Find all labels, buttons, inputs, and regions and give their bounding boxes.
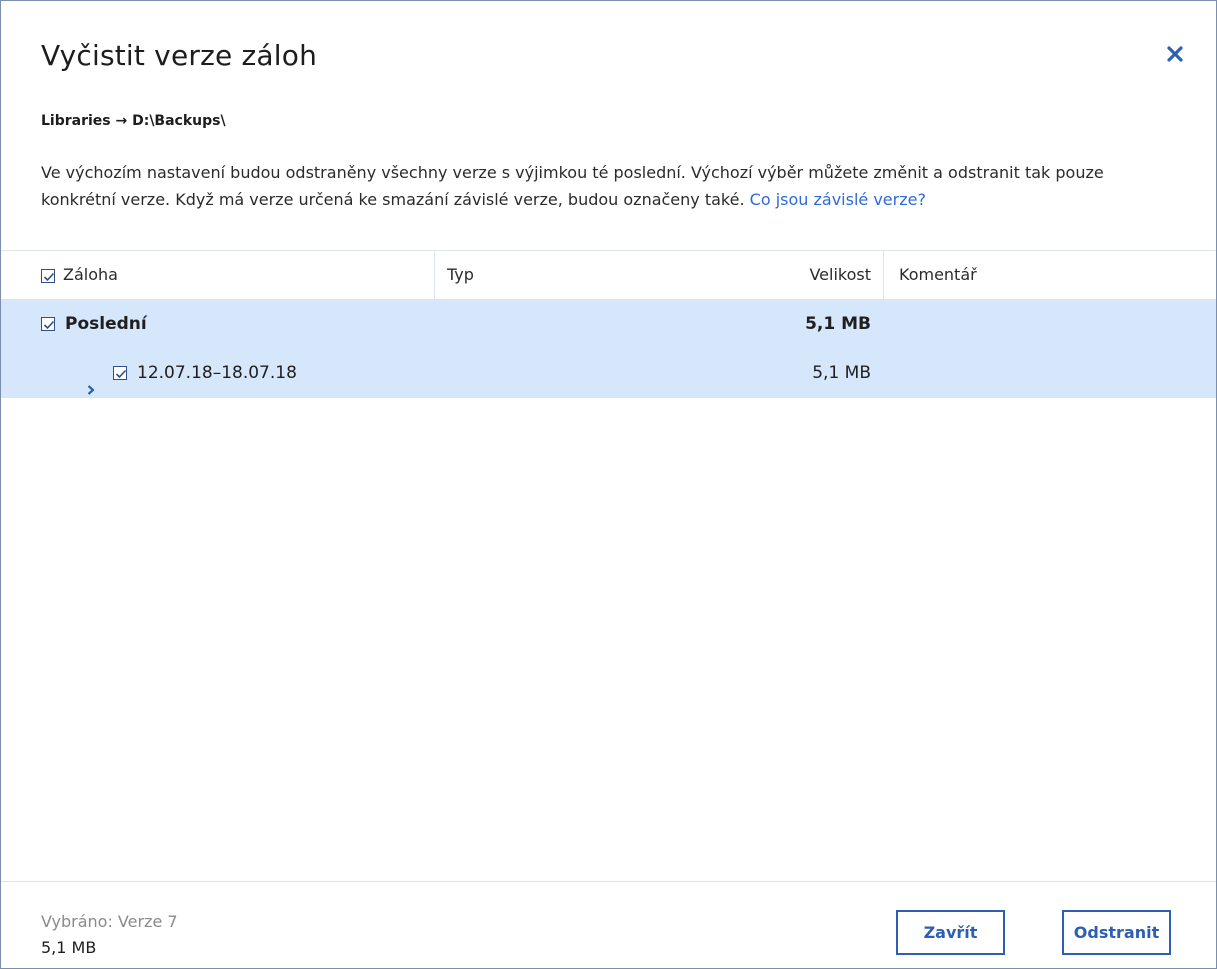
close-dialog-button[interactable]: Zavřít (896, 910, 1005, 955)
dependent-versions-help-link[interactable]: Co jsou závislé verze? (750, 190, 926, 209)
table-row[interactable]: Poslední 5,1 MB (1, 300, 1216, 349)
table-row[interactable]: 12.07.18–18.07.18 5,1 MB (1, 349, 1216, 398)
column-label-backup: Záloha (63, 265, 118, 284)
cleanup-versions-dialog: Vyčistit verze záloh Libraries → D:\Back… (0, 0, 1217, 969)
checkmark-icon (115, 369, 127, 379)
row-checkbox[interactable] (41, 317, 55, 331)
row-name: Poslední (65, 314, 147, 334)
row-size: 5,1 MB (812, 363, 871, 383)
close-icon (1167, 46, 1183, 62)
column-header-backup[interactable]: Záloha (1, 251, 435, 299)
expand-toggle[interactable] (85, 367, 97, 395)
description-text: Ve výchozím nastavení budou odstraněny v… (41, 159, 1181, 213)
column-label-type: Typ (447, 265, 474, 284)
delete-button[interactable]: Odstranit (1062, 910, 1171, 955)
row-name: 12.07.18–18.07.18 (137, 363, 297, 383)
close-button[interactable] (1162, 41, 1188, 67)
column-label-comment: Komentář (899, 265, 977, 284)
column-header-type[interactable]: Typ (447, 251, 747, 299)
table-header: Záloha Typ Velikost Komentář (1, 251, 1216, 300)
column-label-size: Velikost (809, 265, 871, 284)
selection-summary-size: 5,1 MB (41, 938, 97, 957)
column-header-size[interactable]: Velikost (747, 251, 884, 299)
row-size: 5,1 MB (805, 314, 871, 334)
row-name-cell: 12.07.18–18.07.18 (85, 349, 297, 398)
checkmark-icon (43, 320, 55, 330)
row-name-cell: Poslední (41, 300, 147, 349)
dialog-footer: Vybráno: Verze 7 5,1 MB Zavřít Odstranit (1, 881, 1216, 969)
chevron-right-icon (87, 385, 95, 395)
selection-summary-label: Vybráno: Verze 7 (41, 912, 178, 931)
versions-table: Záloha Typ Velikost Komentář Poslední 5,… (1, 250, 1216, 881)
dialog-title: Vyčistit verze záloh (41, 39, 318, 72)
select-all-checkbox[interactable] (41, 268, 55, 283)
row-checkbox[interactable] (113, 366, 127, 380)
column-header-comment[interactable]: Komentář (899, 251, 1199, 299)
breadcrumb: Libraries → D:\Backups\ (41, 113, 226, 129)
description-body: Ve výchozím nastavení budou odstraněny v… (41, 163, 1104, 209)
checkmark-icon (43, 272, 55, 281)
